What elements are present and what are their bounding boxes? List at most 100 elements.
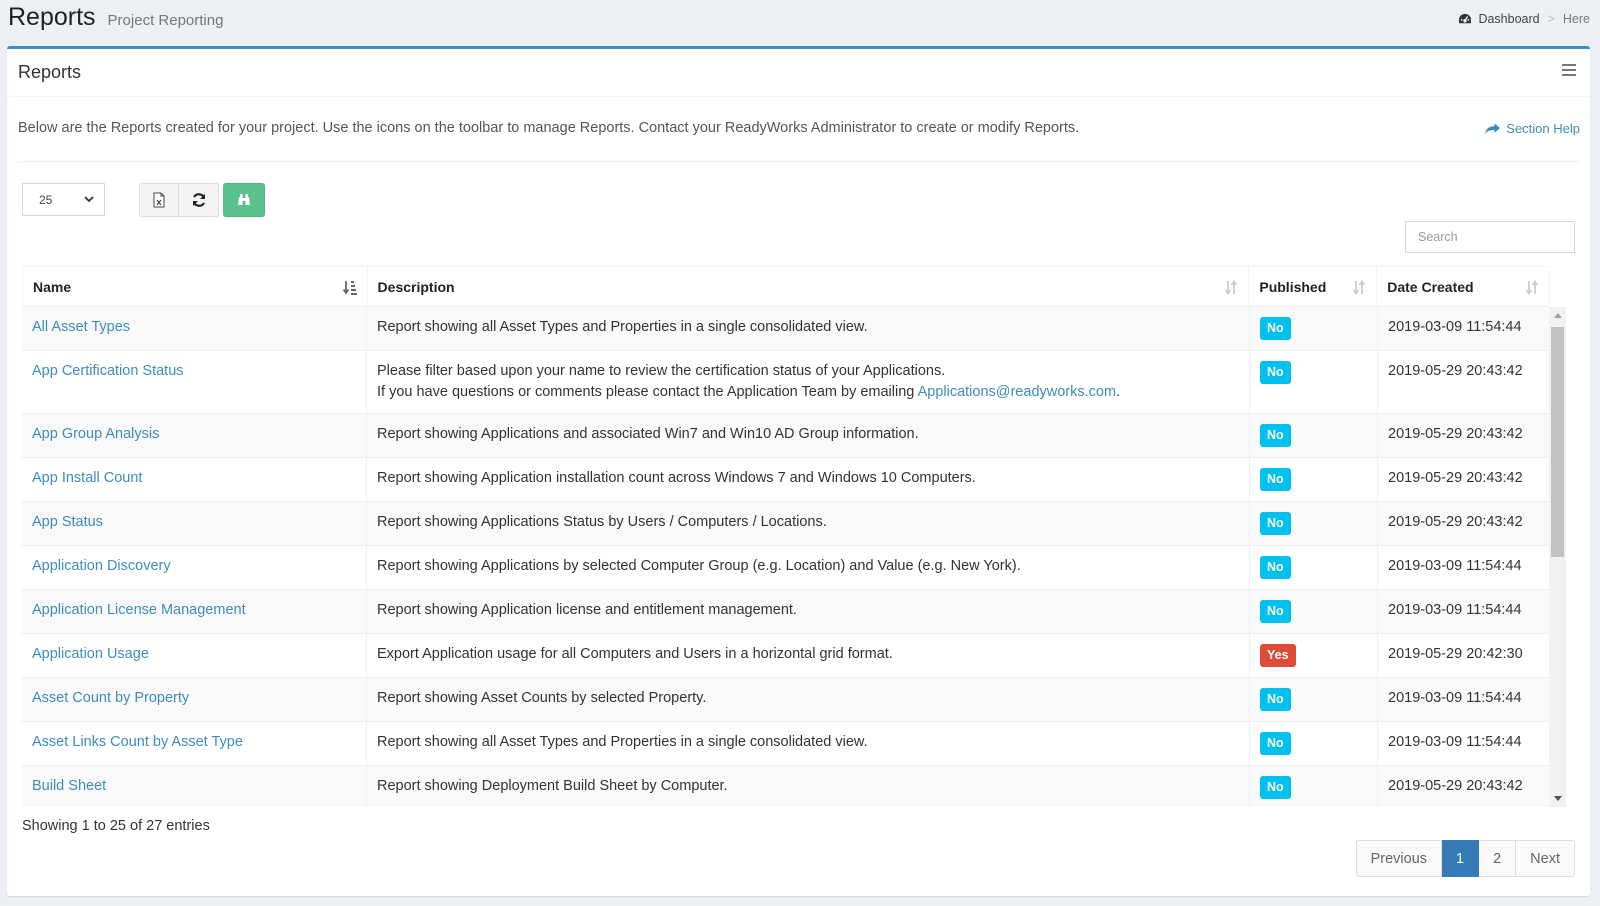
cell-description: Report showing Applications Status by Us… bbox=[367, 502, 1250, 545]
cell-published: Yes bbox=[1250, 634, 1378, 677]
previous-page-button[interactable]: Previous bbox=[1355, 840, 1443, 877]
published-badge: No bbox=[1260, 688, 1291, 711]
cell-description: Report showing Applications and associat… bbox=[367, 414, 1250, 457]
cell-date-created: 2019-05-29 20:43:42 bbox=[1378, 458, 1550, 501]
published-badge: No bbox=[1260, 732, 1291, 755]
hamburger-icon[interactable] bbox=[1562, 64, 1576, 76]
report-link[interactable]: Application Usage bbox=[32, 646, 149, 662]
cell-published: No bbox=[1250, 502, 1378, 545]
cell-description: Report showing Application license and e… bbox=[367, 590, 1250, 633]
cell-name: Application Usage bbox=[22, 634, 367, 677]
cell-description: Report showing Asset Counts by selected … bbox=[367, 678, 1250, 721]
cell-description: Report showing all Asset Types and Prope… bbox=[367, 307, 1250, 350]
table-scrollbar[interactable] bbox=[1549, 307, 1566, 807]
page-title-text: Reports bbox=[8, 3, 96, 31]
view-report-button[interactable] bbox=[223, 183, 265, 217]
scroll-down-arrow-icon[interactable] bbox=[1549, 790, 1566, 807]
description-text: Report showing Application installation … bbox=[377, 470, 976, 486]
report-link[interactable]: App Install Count bbox=[32, 470, 142, 486]
column-header-published[interactable]: Published bbox=[1249, 267, 1378, 305]
cell-date-created: 2019-03-09 11:54:44 bbox=[1378, 590, 1550, 633]
cell-date-created: 2019-05-29 20:43:42 bbox=[1378, 502, 1550, 545]
dashboard-icon bbox=[1459, 13, 1472, 24]
report-link[interactable]: Asset Count by Property bbox=[32, 690, 189, 706]
cell-name: All Asset Types bbox=[22, 307, 367, 350]
cell-date-created: 2019-03-09 11:54:44 bbox=[1378, 546, 1550, 589]
description-text: Report showing Deployment Build Sheet by… bbox=[377, 778, 728, 794]
description-text: Report showing Applications Status by Us… bbox=[377, 514, 827, 530]
cell-name: App Install Count bbox=[22, 458, 367, 501]
cell-date-created: 2019-05-29 20:43:42 bbox=[1378, 766, 1550, 807]
refresh-icon bbox=[192, 193, 205, 207]
cell-name: Application Discovery bbox=[22, 546, 367, 589]
box-header: Reports bbox=[7, 49, 1590, 97]
export-excel-button[interactable] bbox=[139, 183, 179, 217]
cell-published: No bbox=[1250, 590, 1378, 633]
scrollbar-thumb[interactable] bbox=[1551, 327, 1564, 557]
table-row: App Install Count Report showing Applicat… bbox=[22, 458, 1550, 502]
published-badge: No bbox=[1260, 424, 1291, 447]
table-row: Build Sheet Report showing Deployment Bui… bbox=[22, 766, 1550, 807]
breadcrumb-dashboard[interactable]: Dashboard bbox=[1478, 12, 1539, 26]
cell-published: No bbox=[1250, 722, 1378, 765]
table-rows: All Asset Types Report showing all Asset … bbox=[22, 307, 1550, 807]
cell-date-created: 2019-03-09 11:54:44 bbox=[1378, 722, 1550, 765]
cell-name: App Certification Status bbox=[22, 351, 367, 413]
scroll-up-arrow-icon[interactable] bbox=[1549, 307, 1566, 324]
description-text-line2: If you have questions or comments please… bbox=[377, 384, 918, 400]
description-text: Please filter based upon your name to re… bbox=[377, 363, 946, 379]
cell-name: Asset Links Count by Asset Type bbox=[22, 722, 367, 765]
page-size-select[interactable]: 25 bbox=[22, 183, 105, 216]
cell-name: Application License Management bbox=[22, 590, 367, 633]
excel-file-icon bbox=[153, 192, 165, 208]
section-help-link[interactable]: Section Help bbox=[1485, 121, 1580, 136]
page-size-value: 25 bbox=[39, 192, 53, 207]
section-help-label: Section Help bbox=[1506, 121, 1580, 136]
page-1-button[interactable]: 1 bbox=[1442, 840, 1480, 877]
report-link[interactable]: Application License Management bbox=[32, 602, 246, 618]
page-title: Reports Project Reporting bbox=[8, 3, 223, 32]
table-row: Asset Links Count by Asset Type Report sh… bbox=[22, 722, 1550, 766]
report-link[interactable]: Asset Links Count by Asset Type bbox=[32, 734, 243, 750]
page-2-button[interactable]: 2 bbox=[1479, 840, 1517, 877]
published-badge: No bbox=[1260, 600, 1291, 623]
report-link[interactable]: App Certification Status bbox=[32, 363, 184, 379]
report-link[interactable]: App Status bbox=[32, 514, 103, 530]
report-link[interactable]: App Group Analysis bbox=[32, 426, 159, 442]
table-header: Name Description Published Date Created bbox=[22, 266, 1550, 307]
report-link[interactable]: Application Discovery bbox=[32, 558, 171, 574]
binoculars-icon bbox=[237, 194, 250, 205]
cell-date-created: 2019-03-09 11:54:44 bbox=[1378, 307, 1550, 350]
cell-name: App Group Analysis bbox=[22, 414, 367, 457]
report-link[interactable]: Build Sheet bbox=[32, 778, 106, 794]
pagination: Previous 1 2 Next bbox=[1355, 840, 1575, 877]
cell-published: No bbox=[1250, 546, 1378, 589]
sort-icon bbox=[1525, 280, 1539, 295]
sort-icon bbox=[1352, 280, 1366, 295]
column-header-date-created[interactable]: Date Created bbox=[1377, 267, 1549, 305]
report-link[interactable]: All Asset Types bbox=[32, 319, 130, 335]
chevron-down-icon bbox=[84, 196, 94, 203]
breadcrumb-current: Here bbox=[1562, 12, 1590, 26]
search-input[interactable] bbox=[1405, 221, 1575, 253]
description-text: Export Application usage for all Compute… bbox=[377, 646, 893, 662]
published-badge: No bbox=[1260, 361, 1291, 384]
cell-published: No bbox=[1250, 414, 1378, 457]
column-header-description[interactable]: Description bbox=[368, 267, 1250, 305]
email-link[interactable]: Applications@readyworks.com bbox=[918, 384, 1116, 400]
cell-description: Report showing Application installation … bbox=[367, 458, 1250, 501]
cell-published: No bbox=[1250, 678, 1378, 721]
cell-date-created: 2019-05-29 20:43:42 bbox=[1378, 351, 1550, 413]
column-header-name[interactable]: Name bbox=[23, 267, 368, 305]
refresh-button[interactable] bbox=[179, 183, 219, 217]
published-badge: Yes bbox=[1260, 644, 1296, 667]
table-row: App Status Report showing Applications St… bbox=[22, 502, 1550, 546]
published-badge: No bbox=[1260, 468, 1291, 491]
cell-description: Report showing Applications by selected … bbox=[367, 546, 1250, 589]
cell-published: No bbox=[1250, 766, 1378, 807]
page-subtitle: Project Reporting bbox=[107, 12, 224, 29]
cell-description: Report showing Deployment Build Sheet by… bbox=[367, 766, 1250, 807]
sort-ascending-icon bbox=[342, 281, 357, 295]
next-page-button[interactable]: Next bbox=[1516, 840, 1575, 877]
share-arrow-icon bbox=[1485, 122, 1501, 135]
